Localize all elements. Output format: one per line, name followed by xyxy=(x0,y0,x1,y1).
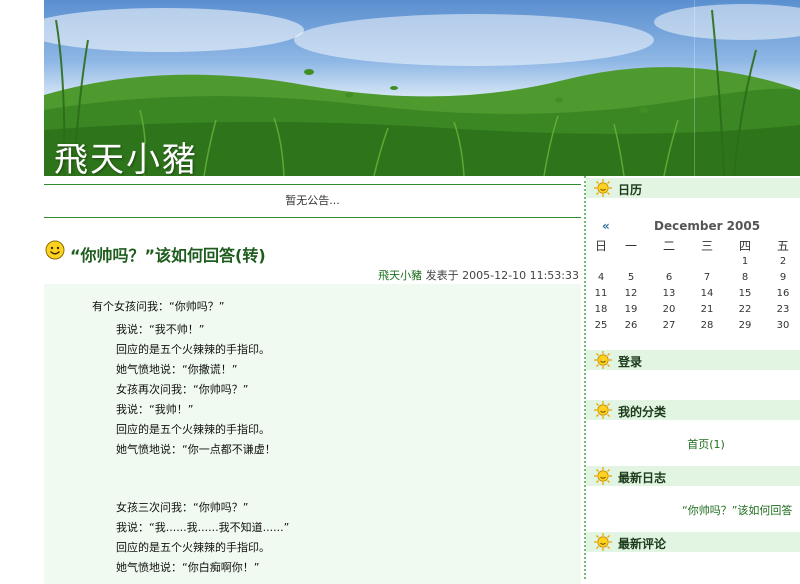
recent-post-link[interactable]: “你帅吗？”该如何回答 xyxy=(682,502,792,518)
calendar-day: 30 xyxy=(776,320,790,331)
calendar-day: 15 xyxy=(738,288,752,299)
calendar-month-title: December 2005 xyxy=(654,219,761,233)
calendar-day: 5 xyxy=(627,272,635,283)
smiley-icon xyxy=(45,240,65,260)
calendar-day: 2 xyxy=(779,256,787,267)
recent-posts-heading: 最新日志 xyxy=(586,466,800,486)
banner-tile-seam xyxy=(694,0,695,176)
site-title[interactable]: 飛天小豬 xyxy=(54,132,198,176)
calendar-day: 1 xyxy=(741,256,749,267)
sun-icon xyxy=(594,401,612,419)
post-line: 我说：“我......我......我不知道......” xyxy=(116,521,290,534)
calendar-day: 19 xyxy=(624,304,638,315)
recent-posts-heading-label: 最新日志 xyxy=(618,471,667,485)
post-title-row: “你帅吗？”该如何回答(转) xyxy=(44,240,581,266)
post-line: 我说：“我不帅！” xyxy=(116,323,205,336)
recent-comments-heading-label: 最新评论 xyxy=(618,537,667,551)
calendar-day: 9 xyxy=(779,272,787,283)
post-line: 我说：“我帅！” xyxy=(116,403,194,416)
announcement-bar: 暂无公告... xyxy=(44,184,581,218)
calendar-weekday: 三 xyxy=(700,239,713,253)
calendar-day: 20 xyxy=(662,304,676,315)
calendar-day: 22 xyxy=(738,304,752,315)
calendar-weekday: 二 xyxy=(662,239,675,253)
calendar-heading: 日历 xyxy=(586,178,800,198)
post-meta: 飛天小豬 发表于 2005-12-10 11:53:33 xyxy=(378,267,579,283)
post-line: 女孩三次问我：“你帅吗？” xyxy=(116,501,249,514)
calendar-day: 4 xyxy=(597,272,605,283)
post-line: 女孩再次问我：“你帅吗？” xyxy=(116,383,249,396)
post-line: 回应的是五个火辣辣的手指印。 xyxy=(116,541,270,554)
categories-heading: 我的分类 xyxy=(586,400,800,420)
sun-icon xyxy=(594,179,612,197)
sun-icon xyxy=(594,467,612,485)
calendar-day: 18 xyxy=(594,304,608,315)
calendar-day: 21 xyxy=(700,304,714,315)
calendar-prev-link[interactable]: « xyxy=(602,219,610,233)
post-title[interactable]: “你帅吗？”该如何回答(转) xyxy=(70,242,266,266)
calendar-day: 29 xyxy=(738,320,752,331)
calendar-day: 11 xyxy=(594,288,608,299)
calendar-day: 16 xyxy=(776,288,790,299)
calendar-day: 26 xyxy=(624,320,638,331)
calendar-day: 27 xyxy=(662,320,676,331)
calendar-day: 7 xyxy=(703,272,711,283)
post-datetime: 2005-12-10 11:53:33 xyxy=(462,269,579,282)
posted-label: 发表于 xyxy=(425,269,459,282)
calendar-heading-label: 日历 xyxy=(618,183,643,197)
calendar-weekday: 四 xyxy=(738,239,751,253)
categories-heading-label: 我的分类 xyxy=(618,405,667,419)
calendar-day: 28 xyxy=(700,320,714,331)
site-banner: 飛天小豬 xyxy=(44,0,800,176)
recent-comments-heading: 最新评论 xyxy=(586,532,800,552)
calendar-day: 13 xyxy=(662,288,676,299)
post-author-link[interactable]: 飛天小豬 xyxy=(378,269,422,282)
post-body: 有个女孩问我：“你帅吗？” 我说：“我不帅！” 回应的是五个火辣辣的手指印。 她… xyxy=(44,284,581,584)
calendar-day: 6 xyxy=(665,272,673,283)
calendar-day: 14 xyxy=(700,288,714,299)
calendar-weekday: 一 xyxy=(624,239,637,253)
sun-icon xyxy=(594,533,612,551)
post-line: 回应的是五个火辣辣的手指印。 xyxy=(116,423,270,436)
post-line: 她气愤地说：“你撒谎！” xyxy=(116,363,238,376)
calendar-day: 8 xyxy=(741,272,749,283)
calendar-day: 23 xyxy=(776,304,790,315)
login-heading: 登录 xyxy=(586,350,800,370)
post-line: 她气愤地说：“你一点都不谦虚！ xyxy=(116,443,276,456)
category-link-home[interactable]: 首页(1) xyxy=(586,436,800,452)
calendar-weekday: 日 xyxy=(594,239,607,253)
sidebar: 日历 « December 2005 日 一 二 三 四 五 1 2 4 5 6… xyxy=(584,176,800,579)
login-heading-label: 登录 xyxy=(618,355,643,369)
main-column: 暂无公告... “你帅吗？”该如何回答(转) 飛天小豬 发表于 2005-12-… xyxy=(44,176,581,584)
post-line: 回应的是五个火辣辣的手指印。 xyxy=(116,343,270,356)
calendar-weekday: 五 xyxy=(776,239,789,253)
post-line: 有个女孩问我：“你帅吗？” xyxy=(92,300,225,313)
post-line: 她气愤地说：“你白痴啊你！” xyxy=(116,561,260,574)
sun-icon xyxy=(594,351,612,369)
calendar-day: 25 xyxy=(594,320,608,331)
calendar-day: 12 xyxy=(624,288,638,299)
